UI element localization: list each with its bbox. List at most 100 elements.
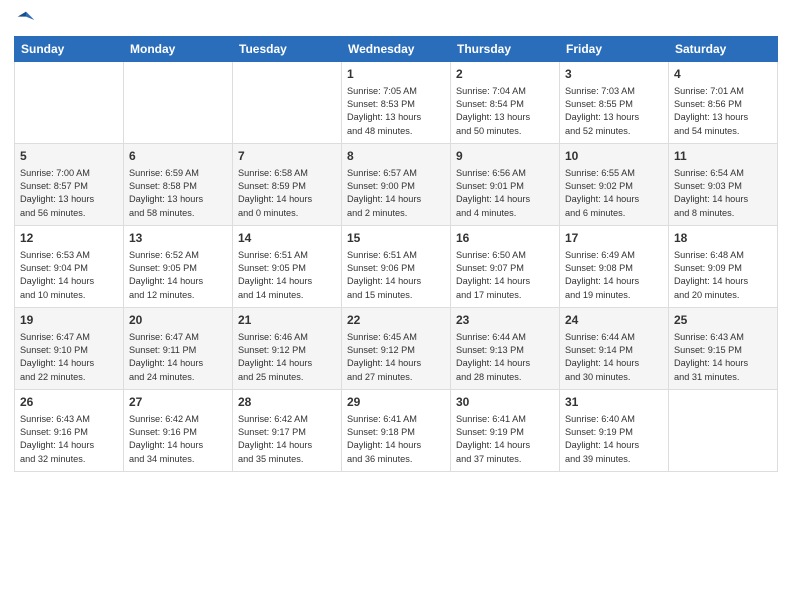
day-info: Sunrise: 7:04 AMSunset: 8:54 PMDaylight:… bbox=[456, 85, 554, 138]
day-number: 12 bbox=[20, 230, 118, 247]
day-number: 5 bbox=[20, 148, 118, 165]
day-info: Sunrise: 6:42 AMSunset: 9:16 PMDaylight:… bbox=[129, 413, 227, 466]
day-info: Sunrise: 6:42 AMSunset: 9:17 PMDaylight:… bbox=[238, 413, 336, 466]
day-info: Sunrise: 6:58 AMSunset: 8:59 PMDaylight:… bbox=[238, 167, 336, 220]
day-number: 8 bbox=[347, 148, 445, 165]
day-number: 26 bbox=[20, 394, 118, 411]
calendar-day-29: 29Sunrise: 6:41 AMSunset: 9:18 PMDayligh… bbox=[342, 390, 451, 472]
header bbox=[14, 10, 778, 30]
day-info: Sunrise: 6:52 AMSunset: 9:05 PMDaylight:… bbox=[129, 249, 227, 302]
calendar-week-1: 1Sunrise: 7:05 AMSunset: 8:53 PMDaylight… bbox=[15, 62, 778, 144]
day-number: 24 bbox=[565, 312, 663, 329]
day-info: Sunrise: 6:43 AMSunset: 9:16 PMDaylight:… bbox=[20, 413, 118, 466]
calendar-day-17: 17Sunrise: 6:49 AMSunset: 9:08 PMDayligh… bbox=[560, 226, 669, 308]
calendar-day-18: 18 Sunrise: 6:48 AMSunset: 9:09 PMDayligh… bbox=[669, 226, 778, 308]
calendar-day-6: 6 Sunrise: 6:59 AMSunset: 8:58 PMDaylight… bbox=[124, 144, 233, 226]
calendar-day-8: 8 Sunrise: 6:57 AMSunset: 9:00 PMDaylight… bbox=[342, 144, 451, 226]
calendar-day-13: 13 Sunrise: 6:52 AMSunset: 9:05 PMDayligh… bbox=[124, 226, 233, 308]
day-info: Sunrise: 6:56 AMSunset: 9:01 PMDaylight:… bbox=[456, 167, 554, 220]
day-info: Sunrise: 6:49 AMSunset: 9:08 PMDaylight:… bbox=[565, 249, 663, 302]
calendar-day-14: 14 Sunrise: 6:51 AMSunset: 9:05 PMDayligh… bbox=[233, 226, 342, 308]
day-number: 31 bbox=[565, 394, 663, 411]
col-header-saturday: Saturday bbox=[669, 37, 778, 62]
day-info: Sunrise: 7:00 AMSunset: 8:57 PMDaylight:… bbox=[20, 167, 118, 220]
day-info: Sunrise: 6:44 AMSunset: 9:14 PMDaylight:… bbox=[565, 331, 663, 384]
calendar-day-12: 12 Sunrise: 6:53 AMSunset: 9:04 PMDayligh… bbox=[15, 226, 124, 308]
day-number: 15 bbox=[347, 230, 445, 247]
calendar-day-7: 7Sunrise: 6:58 AMSunset: 8:59 PMDaylight… bbox=[233, 144, 342, 226]
calendar-day-28: 28 Sunrise: 6:42 AMSunset: 9:17 PMDayligh… bbox=[233, 390, 342, 472]
col-header-monday: Monday bbox=[124, 37, 233, 62]
calendar-day-23: 23 Sunrise: 6:44 AMSunset: 9:13 PMDayligh… bbox=[451, 308, 560, 390]
page: SundayMondayTuesdayWednesdayThursdayFrid… bbox=[0, 0, 792, 612]
empty-cell bbox=[233, 62, 342, 144]
calendar-day-19: 19Sunrise: 6:47 AMSunset: 9:10 PMDayligh… bbox=[15, 308, 124, 390]
day-number: 29 bbox=[347, 394, 445, 411]
calendar-day-2: 2 Sunrise: 7:04 AMSunset: 8:54 PMDaylight… bbox=[451, 62, 560, 144]
col-header-sunday: Sunday bbox=[15, 37, 124, 62]
calendar-header-row: SundayMondayTuesdayWednesdayThursdayFrid… bbox=[15, 37, 778, 62]
day-number: 18 bbox=[674, 230, 772, 247]
calendar-day-25: 25Sunrise: 6:43 AMSunset: 9:15 PMDayligh… bbox=[669, 308, 778, 390]
calendar-week-4: 19Sunrise: 6:47 AMSunset: 9:10 PMDayligh… bbox=[15, 308, 778, 390]
day-number: 3 bbox=[565, 66, 663, 83]
day-info: Sunrise: 7:01 AMSunset: 8:56 PMDaylight:… bbox=[674, 85, 772, 138]
calendar-day-1: 1Sunrise: 7:05 AMSunset: 8:53 PMDaylight… bbox=[342, 62, 451, 144]
day-number: 4 bbox=[674, 66, 772, 83]
day-number: 10 bbox=[565, 148, 663, 165]
col-header-wednesday: Wednesday bbox=[342, 37, 451, 62]
calendar-day-16: 16 Sunrise: 6:50 AMSunset: 9:07 PMDayligh… bbox=[451, 226, 560, 308]
calendar-day-5: 5 Sunrise: 7:00 AMSunset: 8:57 PMDaylight… bbox=[15, 144, 124, 226]
calendar-day-31: 31 Sunrise: 6:40 AMSunset: 9:19 PMDayligh… bbox=[560, 390, 669, 472]
calendar-day-30: 30Sunrise: 6:41 AMSunset: 9:19 PMDayligh… bbox=[451, 390, 560, 472]
day-info: Sunrise: 6:41 AMSunset: 9:19 PMDaylight:… bbox=[456, 413, 554, 466]
day-number: 6 bbox=[129, 148, 227, 165]
day-number: 2 bbox=[456, 66, 554, 83]
day-info: Sunrise: 6:55 AMSunset: 9:02 PMDaylight:… bbox=[565, 167, 663, 220]
day-info: Sunrise: 7:03 AMSunset: 8:55 PMDaylight:… bbox=[565, 85, 663, 138]
day-info: Sunrise: 6:47 AMSunset: 9:11 PMDaylight:… bbox=[129, 331, 227, 384]
day-number: 9 bbox=[456, 148, 554, 165]
calendar-day-11: 11 Sunrise: 6:54 AMSunset: 9:03 PMDayligh… bbox=[669, 144, 778, 226]
col-header-thursday: Thursday bbox=[451, 37, 560, 62]
day-info: Sunrise: 6:46 AMSunset: 9:12 PMDaylight:… bbox=[238, 331, 336, 384]
day-info: Sunrise: 6:48 AMSunset: 9:09 PMDaylight:… bbox=[674, 249, 772, 302]
day-number: 1 bbox=[347, 66, 445, 83]
day-number: 27 bbox=[129, 394, 227, 411]
day-number: 11 bbox=[674, 148, 772, 165]
day-info: Sunrise: 6:53 AMSunset: 9:04 PMDaylight:… bbox=[20, 249, 118, 302]
day-info: Sunrise: 6:44 AMSunset: 9:13 PMDaylight:… bbox=[456, 331, 554, 384]
day-info: Sunrise: 6:54 AMSunset: 9:03 PMDaylight:… bbox=[674, 167, 772, 220]
day-number: 28 bbox=[238, 394, 336, 411]
day-info: Sunrise: 6:50 AMSunset: 9:07 PMDaylight:… bbox=[456, 249, 554, 302]
day-number: 13 bbox=[129, 230, 227, 247]
calendar-day-22: 22Sunrise: 6:45 AMSunset: 9:12 PMDayligh… bbox=[342, 308, 451, 390]
calendar: SundayMondayTuesdayWednesdayThursdayFrid… bbox=[14, 36, 778, 472]
day-number: 23 bbox=[456, 312, 554, 329]
calendar-day-4: 4 Sunrise: 7:01 AMSunset: 8:56 PMDaylight… bbox=[669, 62, 778, 144]
day-number: 16 bbox=[456, 230, 554, 247]
day-info: Sunrise: 6:51 AMSunset: 9:05 PMDaylight:… bbox=[238, 249, 336, 302]
calendar-day-9: 9 Sunrise: 6:56 AMSunset: 9:01 PMDaylight… bbox=[451, 144, 560, 226]
calendar-day-21: 21Sunrise: 6:46 AMSunset: 9:12 PMDayligh… bbox=[233, 308, 342, 390]
empty-cell bbox=[15, 62, 124, 144]
calendar-week-5: 26 Sunrise: 6:43 AMSunset: 9:16 PMDayligh… bbox=[15, 390, 778, 472]
logo bbox=[14, 10, 36, 30]
day-info: Sunrise: 6:40 AMSunset: 9:19 PMDaylight:… bbox=[565, 413, 663, 466]
day-info: Sunrise: 6:43 AMSunset: 9:15 PMDaylight:… bbox=[674, 331, 772, 384]
calendar-day-10: 10 Sunrise: 6:55 AMSunset: 9:02 PMDayligh… bbox=[560, 144, 669, 226]
logo-icon bbox=[16, 10, 36, 30]
day-number: 20 bbox=[129, 312, 227, 329]
col-header-tuesday: Tuesday bbox=[233, 37, 342, 62]
calendar-day-26: 26 Sunrise: 6:43 AMSunset: 9:16 PMDayligh… bbox=[15, 390, 124, 472]
day-info: Sunrise: 6:45 AMSunset: 9:12 PMDaylight:… bbox=[347, 331, 445, 384]
day-info: Sunrise: 6:59 AMSunset: 8:58 PMDaylight:… bbox=[129, 167, 227, 220]
calendar-week-2: 5 Sunrise: 7:00 AMSunset: 8:57 PMDaylight… bbox=[15, 144, 778, 226]
calendar-day-20: 20 Sunrise: 6:47 AMSunset: 9:11 PMDayligh… bbox=[124, 308, 233, 390]
day-number: 14 bbox=[238, 230, 336, 247]
day-info: Sunrise: 6:57 AMSunset: 9:00 PMDaylight:… bbox=[347, 167, 445, 220]
calendar-week-3: 12 Sunrise: 6:53 AMSunset: 9:04 PMDayligh… bbox=[15, 226, 778, 308]
empty-cell bbox=[124, 62, 233, 144]
empty-cell bbox=[669, 390, 778, 472]
calendar-day-15: 15Sunrise: 6:51 AMSunset: 9:06 PMDayligh… bbox=[342, 226, 451, 308]
